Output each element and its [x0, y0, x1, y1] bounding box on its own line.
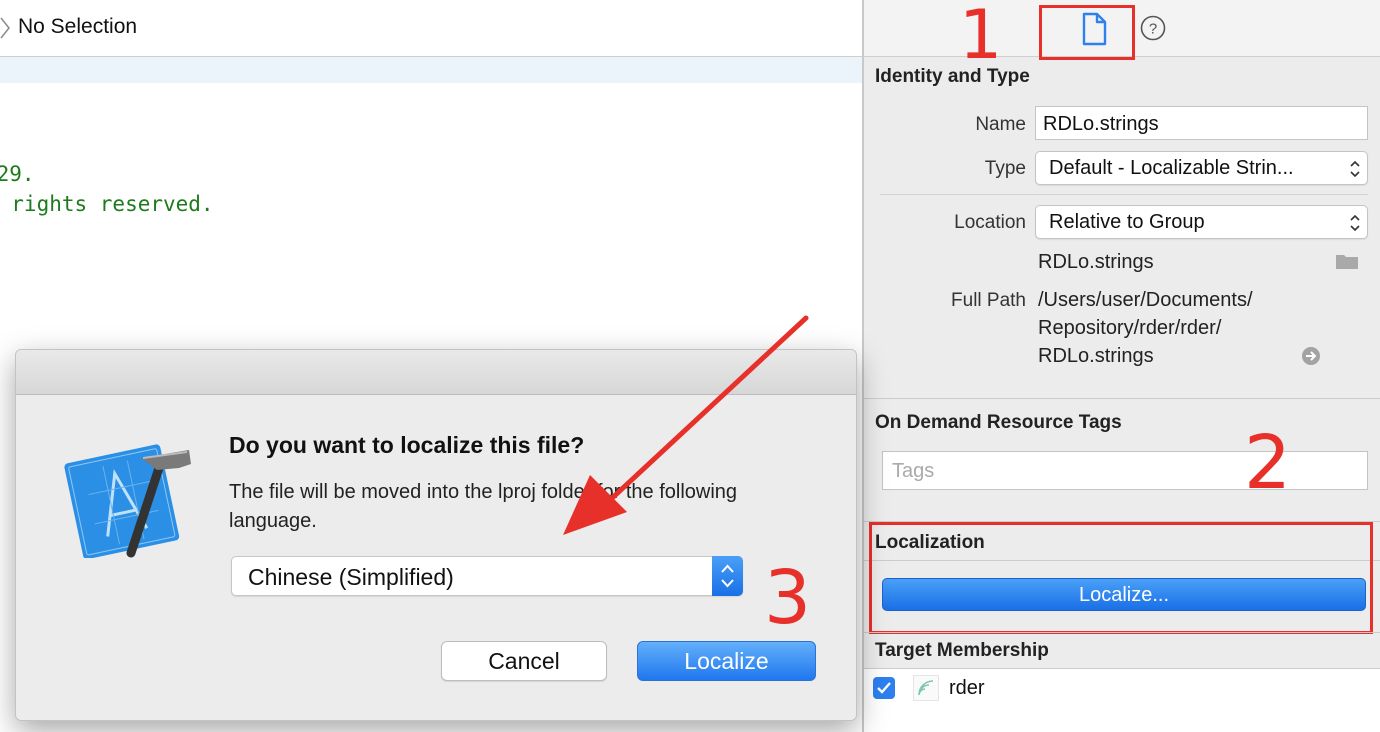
chevron-right-icon [0, 17, 10, 39]
target-checkbox[interactable] [873, 677, 895, 699]
section-header-target-membership: Target Membership [875, 640, 1049, 661]
dialog-message: The file will be moved into the lproj fo… [229, 481, 738, 532]
divider [864, 398, 1380, 399]
reveal-arrow-icon[interactable] [1301, 346, 1321, 366]
up-down-arrows-icon [1350, 214, 1360, 232]
type-label: Type [984, 158, 1026, 179]
language-popup-value: Chinese (Simplified) [248, 564, 454, 590]
name-field[interactable]: RDLo.strings [1035, 106, 1368, 140]
checkmark-icon [877, 682, 891, 694]
jump-bar: No Selection [0, 0, 862, 57]
name-label: Name [975, 114, 1026, 135]
svg-text:?: ? [1149, 21, 1157, 38]
jump-bar-label[interactable]: No Selection [18, 15, 137, 39]
type-popup[interactable]: Default - Localizable Strin... [1035, 151, 1368, 185]
annotation-number-1: 1 [959, 0, 1003, 75]
annotation-box-2 [869, 522, 1373, 634]
location-label: Location [954, 212, 1026, 233]
code-line: /29. [0, 162, 35, 186]
dialog-titlebar [16, 350, 856, 395]
xcode-icon [64, 444, 191, 558]
full-path-label: Full Path [951, 290, 1026, 311]
language-popup[interactable]: Chinese (Simplified) [231, 556, 743, 596]
localize-dialog: Do you want to localize this file? The f… [15, 349, 857, 721]
annotation-number-2: 2 [1244, 420, 1292, 506]
relative-path-value: RDLo.strings [1038, 251, 1154, 273]
full-path-line: Repository/rder/rder/ [1038, 317, 1222, 339]
target-row: rder [864, 669, 1380, 732]
tags-field[interactable]: Tags [882, 451, 1368, 490]
annotation-number-3: 3 [764, 555, 812, 641]
section-header-odr: On Demand Resource Tags [875, 412, 1122, 433]
divider [880, 194, 1368, 195]
location-popup[interactable]: Relative to Group [1035, 205, 1368, 239]
type-popup-value: Default - Localizable Strin... [1049, 157, 1294, 179]
file-inspector: ? 1 Identity and Type Name RDLo.strings … [862, 0, 1380, 732]
target-name: rder [949, 677, 985, 699]
folder-icon[interactable] [1335, 252, 1359, 270]
annotation-box-1 [1039, 5, 1135, 60]
help-icon[interactable]: ? [1140, 15, 1166, 41]
section-header-identity: Identity and Type [875, 66, 1030, 87]
dialog-title: Do you want to localize this file? [229, 432, 585, 458]
code-line: l rights reserved. [0, 192, 214, 216]
full-path-line: RDLo.strings [1038, 345, 1154, 367]
confirm-localize-button[interactable]: Localize [637, 641, 816, 681]
popup-arrows [712, 556, 743, 596]
up-down-arrows-icon [721, 564, 734, 588]
cancel-button[interactable]: Cancel [441, 641, 607, 681]
up-down-arrows-icon [1350, 160, 1360, 178]
current-line-highlight [0, 57, 862, 83]
divider [864, 632, 1380, 633]
full-path-line: /Users/user/Documents/ [1038, 289, 1253, 311]
app-target-icon [913, 675, 939, 701]
location-popup-value: Relative to Group [1049, 211, 1205, 233]
inspector-toolbar: ? 1 [864, 0, 1380, 75]
